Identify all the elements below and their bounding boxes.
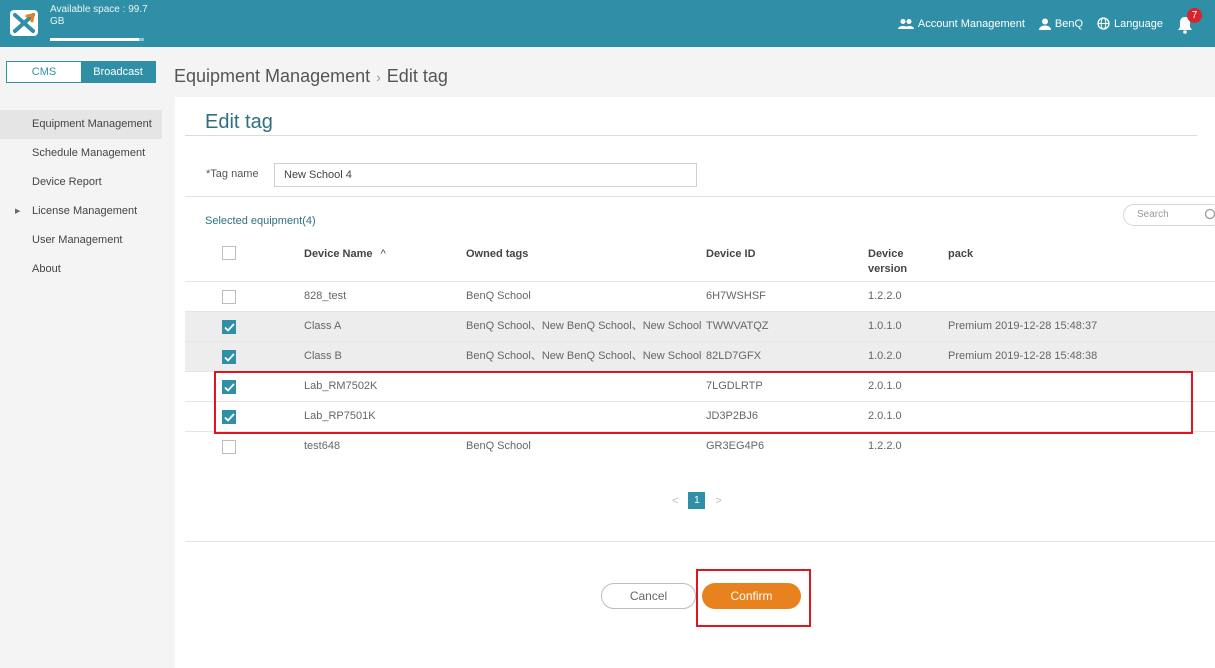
device-id-cell: TWWVATQZ [706, 320, 769, 332]
breadcrumb: Equipment Management › Edit tag [174, 66, 448, 87]
selected-equipment-label: Selected equipment(4) [205, 215, 316, 227]
tag-name-label: *Tag name [206, 168, 259, 180]
device-name-cell: Class B [304, 350, 342, 362]
users-icon [897, 18, 914, 29]
mode-switch: CMS Broadcast [6, 61, 156, 83]
storage-progress-bar [50, 38, 144, 41]
device-name-cell: Class A [304, 320, 342, 332]
device-id-cell: 6H7WSHSF [706, 290, 766, 302]
column-device-version-line2: version [868, 263, 908, 275]
breadcrumb-current: Edit tag [386, 66, 448, 86]
top-bar: Available space : 99.7 GB Account Manage… [0, 0, 1215, 47]
available-space-text: Available space : 99.7 GB [50, 4, 148, 27]
sidebar: CMS Broadcast Equipment Management Sched… [0, 47, 162, 668]
table-row[interactable]: Class A BenQ School、New BenQ School、New … [185, 311, 1215, 341]
device-version-cell: 1.0.1.0 [868, 320, 902, 332]
row-checkbox[interactable] [222, 290, 236, 304]
column-owned-tags: Owned tags [466, 248, 529, 260]
mode-cms-button[interactable]: CMS [7, 62, 81, 82]
globe-icon [1097, 17, 1110, 30]
user-icon [1038, 18, 1051, 30]
mode-broadcast-button[interactable]: Broadcast [81, 62, 155, 82]
table-header: Device Name ^ Owned tags Device ID Devic… [175, 240, 1215, 282]
page-title: Edit tag [205, 111, 273, 133]
language-menu[interactable]: Language [1097, 17, 1163, 30]
x-logo-icon [13, 13, 35, 33]
page-number-current[interactable]: 1 [688, 492, 706, 509]
breadcrumb-separator: › [376, 69, 381, 85]
table-row[interactable]: test648 BenQ School GR3EG4P6 1.2.2.0 [185, 431, 1215, 461]
device-version-cell: 1.0.2.0 [868, 350, 902, 362]
storage-progress-fill [50, 38, 140, 41]
next-page-button[interactable]: > [715, 495, 721, 507]
pack-cell: Premium 2019-12-28 15:48:37 [948, 320, 1098, 332]
column-device-version: Device version [868, 247, 907, 277]
pack-cell: Premium 2019-12-28 15:48:38 [948, 350, 1098, 362]
title-divider [185, 135, 1197, 136]
owned-tags-cell: BenQ School [466, 290, 531, 302]
device-id-cell: GR3EG4P6 [706, 440, 765, 452]
language-label: Language [1114, 17, 1163, 30]
device-id-cell: 82LD7GFX [706, 350, 762, 362]
footer-divider [185, 541, 1215, 542]
sidebar-item-about[interactable]: About [0, 255, 162, 284]
sidebar-item-license-management[interactable]: ▶ License Management [0, 197, 162, 226]
sidebar-item-schedule-management[interactable]: Schedule Management [0, 139, 162, 168]
sidebar-item-user-management[interactable]: User Management [0, 226, 162, 255]
column-pack: pack [948, 248, 974, 260]
highlight-box-confirm [696, 569, 811, 627]
column-device-name-label: Device Name [304, 248, 373, 260]
check-icon [224, 323, 235, 332]
notifications-button[interactable]: 7 [1177, 7, 1202, 34]
select-all-checkbox[interactable] [222, 246, 236, 260]
sidebar-item-device-report[interactable]: Device Report [0, 168, 162, 197]
sidebar-item-equipment-management[interactable]: Equipment Management [0, 110, 162, 139]
search-placeholder: Search [1137, 209, 1169, 220]
owned-tags-cell: BenQ School [466, 440, 531, 452]
row-checkbox[interactable] [222, 440, 236, 454]
column-device-name[interactable]: Device Name ^ [304, 247, 386, 262]
highlight-box-rows [214, 371, 1193, 434]
search-icon[interactable] [1204, 208, 1215, 222]
table-row[interactable]: Class B BenQ School、New BenQ School、New … [185, 341, 1215, 371]
sort-ascending-icon[interactable]: ^ [381, 248, 386, 260]
owned-tags-cell: BenQ School、New BenQ School、New School 4… [466, 350, 701, 362]
app-logo[interactable] [10, 10, 38, 36]
form-divider [185, 196, 1215, 197]
column-device-version-line1: Device [868, 248, 904, 260]
table-row[interactable]: 828_test BenQ School 6H7WSHSF 1.2.2.0 [185, 281, 1215, 311]
check-icon [224, 353, 235, 362]
row-checkbox-checked[interactable] [222, 320, 236, 334]
account-management-link[interactable]: Account Management [897, 17, 1025, 30]
device-name-cell: test648 [304, 440, 341, 452]
pagination: < 1 > [672, 492, 722, 509]
notification-badge: 7 [1187, 7, 1202, 23]
sidebar-item-label: License Management [32, 205, 138, 217]
device-version-cell: 1.2.2.0 [868, 290, 902, 302]
column-device-id: Device ID [706, 248, 756, 260]
device-version-cell: 1.2.2.0 [868, 440, 902, 452]
account-management-label: Account Management [917, 17, 1025, 30]
caret-right-icon: ▶ [15, 208, 21, 215]
breadcrumb-parent[interactable]: Equipment Management [174, 66, 370, 86]
owned-tags-cell: BenQ School、New BenQ School、New School 4… [466, 320, 701, 332]
row-checkbox-checked[interactable] [222, 350, 236, 364]
user-name: BenQ [1054, 17, 1084, 30]
prev-page-button[interactable]: < [672, 495, 678, 507]
cancel-button[interactable]: Cancel [601, 583, 696, 609]
user-menu[interactable]: BenQ [1038, 17, 1084, 30]
search-input[interactable]: Search [1123, 204, 1215, 226]
sidebar-nav: Equipment Management Schedule Management… [0, 110, 162, 284]
tag-name-input[interactable]: New School 4 [274, 163, 697, 187]
device-name-cell: 828_test [304, 290, 347, 302]
